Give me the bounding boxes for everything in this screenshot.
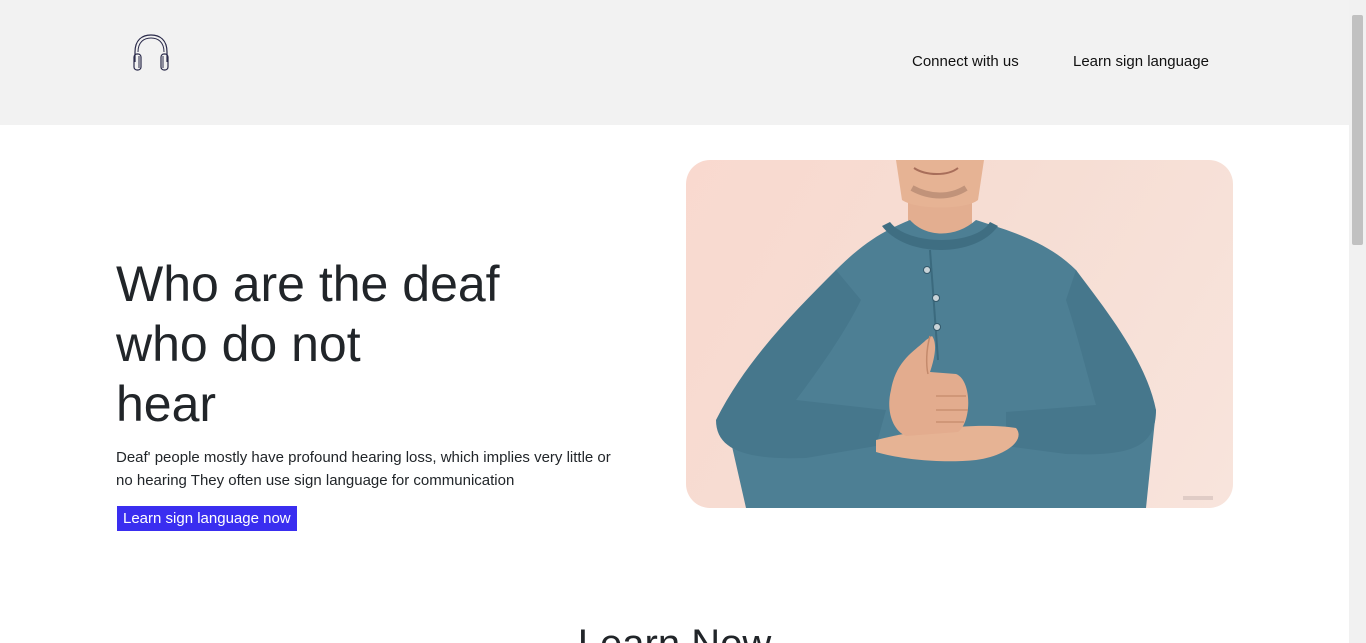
nav-link-learn-sign-language[interactable]: Learn sign language bbox=[1073, 53, 1209, 70]
hero-title: Who are the deaf who do not hear bbox=[116, 256, 500, 432]
navbar: Connect with us Learn sign language bbox=[0, 0, 1349, 125]
hero-description: Deaf' people mostly have profound hearin… bbox=[116, 449, 611, 489]
page-scrollbar[interactable] bbox=[1349, 0, 1366, 643]
headphones-icon[interactable] bbox=[130, 32, 172, 74]
nav-link-connect[interactable]: Connect with us bbox=[912, 53, 1019, 70]
scrollbar-thumb[interactable] bbox=[1352, 15, 1363, 245]
person-signing-image bbox=[686, 160, 1233, 508]
learn-sign-language-button[interactable]: Learn sign language now bbox=[117, 506, 297, 531]
section-title-learn-now: Learn Now bbox=[0, 620, 1349, 643]
